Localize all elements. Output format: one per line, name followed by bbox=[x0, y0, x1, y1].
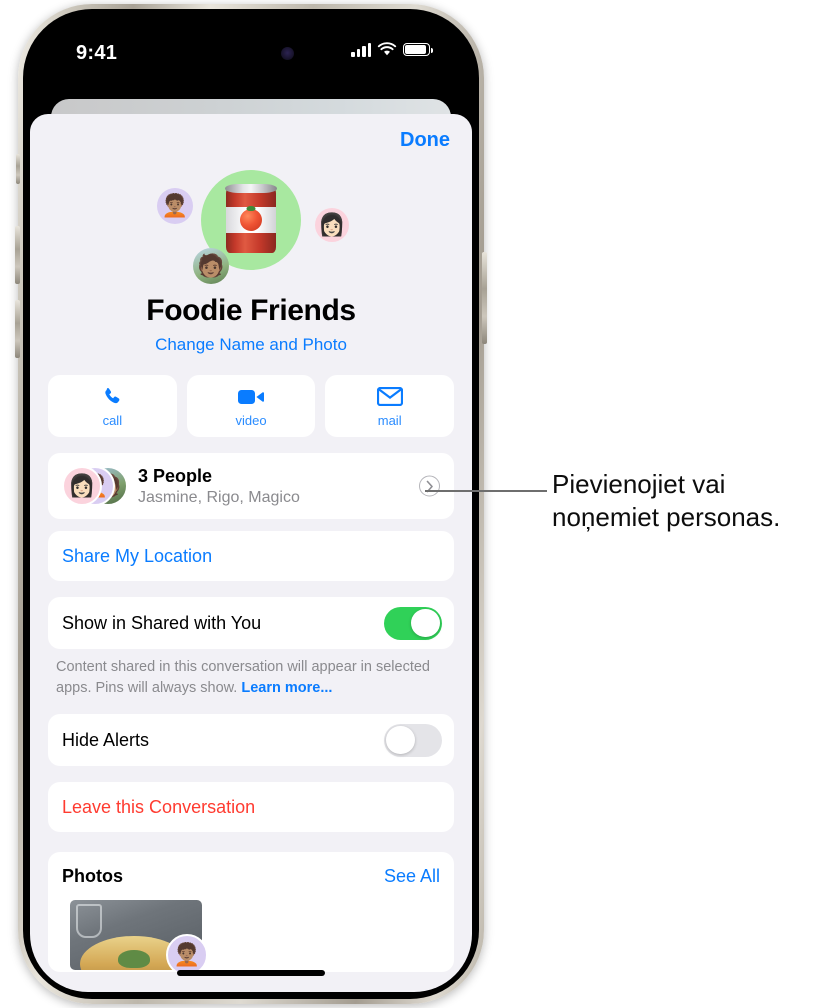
photo-sender-avatar: 🧑🏽‍🦱 bbox=[166, 934, 208, 973]
share-my-location-row[interactable]: Share My Location bbox=[48, 531, 454, 581]
home-indicator[interactable] bbox=[177, 970, 325, 976]
stack-avatar-1: 👩🏻 bbox=[62, 466, 102, 506]
show-in-shared-with-you-row[interactable]: Show in Shared with You bbox=[48, 597, 454, 649]
action-button[interactable] bbox=[16, 154, 20, 184]
photos-title: Photos bbox=[62, 866, 123, 887]
hide-alerts-toggle[interactable] bbox=[384, 723, 442, 757]
status-bar-time: 9:41 bbox=[76, 42, 118, 64]
leave-conversation-label: Leave this Conversation bbox=[62, 796, 256, 817]
hide-alerts-row[interactable]: Hide Alerts bbox=[48, 714, 454, 767]
video-camera-icon bbox=[238, 385, 264, 409]
status-bar-indicators bbox=[351, 42, 433, 57]
learn-more-link[interactable]: Learn more... bbox=[241, 680, 332, 696]
see-all-button[interactable]: See All bbox=[384, 866, 440, 887]
change-name-and-photo-link[interactable]: Change Name and Photo bbox=[155, 335, 347, 355]
annotation-callout: Pievienojiet vai noņemiet personas. bbox=[552, 468, 810, 535]
volume-up-button[interactable] bbox=[15, 226, 20, 284]
call-button[interactable]: call bbox=[48, 375, 177, 437]
screenshot-root: 9:41 Done bbox=[0, 0, 825, 1008]
leave-conversation-row[interactable]: Leave this Conversation bbox=[48, 782, 454, 833]
group-header: 🧑🏽‍🦱 👩🏻 🧑🏽 Foodie Friends Change Name an… bbox=[48, 170, 454, 355]
people-row[interactable]: 🧑🏽 🧑🏽‍🦱 👩🏻 3 People Jasmine, Rigo, Magic… bbox=[48, 453, 454, 519]
show-in-shared-with-you-toggle[interactable] bbox=[384, 606, 442, 640]
people-count-label: 3 People bbox=[138, 465, 213, 486]
power-button[interactable] bbox=[482, 252, 487, 344]
member-avatar-stack: 🧑🏽 🧑🏽‍🦱 👩🏻 bbox=[62, 466, 128, 506]
annotation-line-2: noņemiet personas. bbox=[552, 502, 781, 533]
chevron-right-icon[interactable] bbox=[419, 475, 440, 497]
video-button-label: video bbox=[235, 412, 267, 428]
group-avatar-cluster[interactable]: 🧑🏽‍🦱 👩🏻 🧑🏽 bbox=[151, 170, 351, 292]
front-camera-icon bbox=[281, 47, 294, 60]
iphone-device-frame: 9:41 Done bbox=[15, 4, 487, 1004]
status-bar: 9:41 bbox=[30, 16, 472, 94]
device-screen: 9:41 Done bbox=[30, 16, 472, 992]
done-button[interactable]: Done bbox=[400, 129, 450, 152]
annotation-leader-line bbox=[425, 490, 547, 492]
volume-down-button[interactable] bbox=[15, 300, 20, 358]
people-names-label: Jasmine, Rigo, Magico bbox=[138, 488, 300, 506]
cellular-signal-icon bbox=[351, 42, 371, 57]
sheet-header: Done bbox=[48, 114, 454, 166]
member-avatar-3: 🧑🏽 bbox=[193, 248, 229, 284]
shared-with-you-footnote: Content shared in this conversation will… bbox=[48, 649, 454, 698]
envelope-icon bbox=[376, 385, 403, 409]
wifi-icon bbox=[377, 42, 397, 56]
phone-icon bbox=[101, 385, 123, 409]
annotation-line-1: Pievienojiet vai bbox=[552, 469, 726, 499]
mail-button-label: mail bbox=[377, 412, 402, 428]
call-button-label: call bbox=[102, 412, 123, 428]
mail-button[interactable]: mail bbox=[325, 375, 455, 437]
group-details-sheet: Done bbox=[30, 114, 472, 992]
battery-icon bbox=[403, 43, 433, 56]
group-name: Foodie Friends bbox=[146, 294, 356, 327]
hide-alerts-label: Hide Alerts bbox=[62, 729, 150, 750]
share-my-location-label: Share My Location bbox=[62, 545, 213, 566]
member-avatar-2: 👩🏻 bbox=[315, 208, 349, 242]
member-avatar-1: 🧑🏽‍🦱 bbox=[157, 188, 193, 224]
quick-actions-row: call video mail bbox=[48, 375, 455, 437]
photos-card: Photos See All 🧑🏽‍🦱 bbox=[48, 852, 454, 973]
show-in-shared-with-you-label: Show in Shared with You bbox=[62, 612, 262, 633]
video-button[interactable]: video bbox=[186, 375, 316, 437]
